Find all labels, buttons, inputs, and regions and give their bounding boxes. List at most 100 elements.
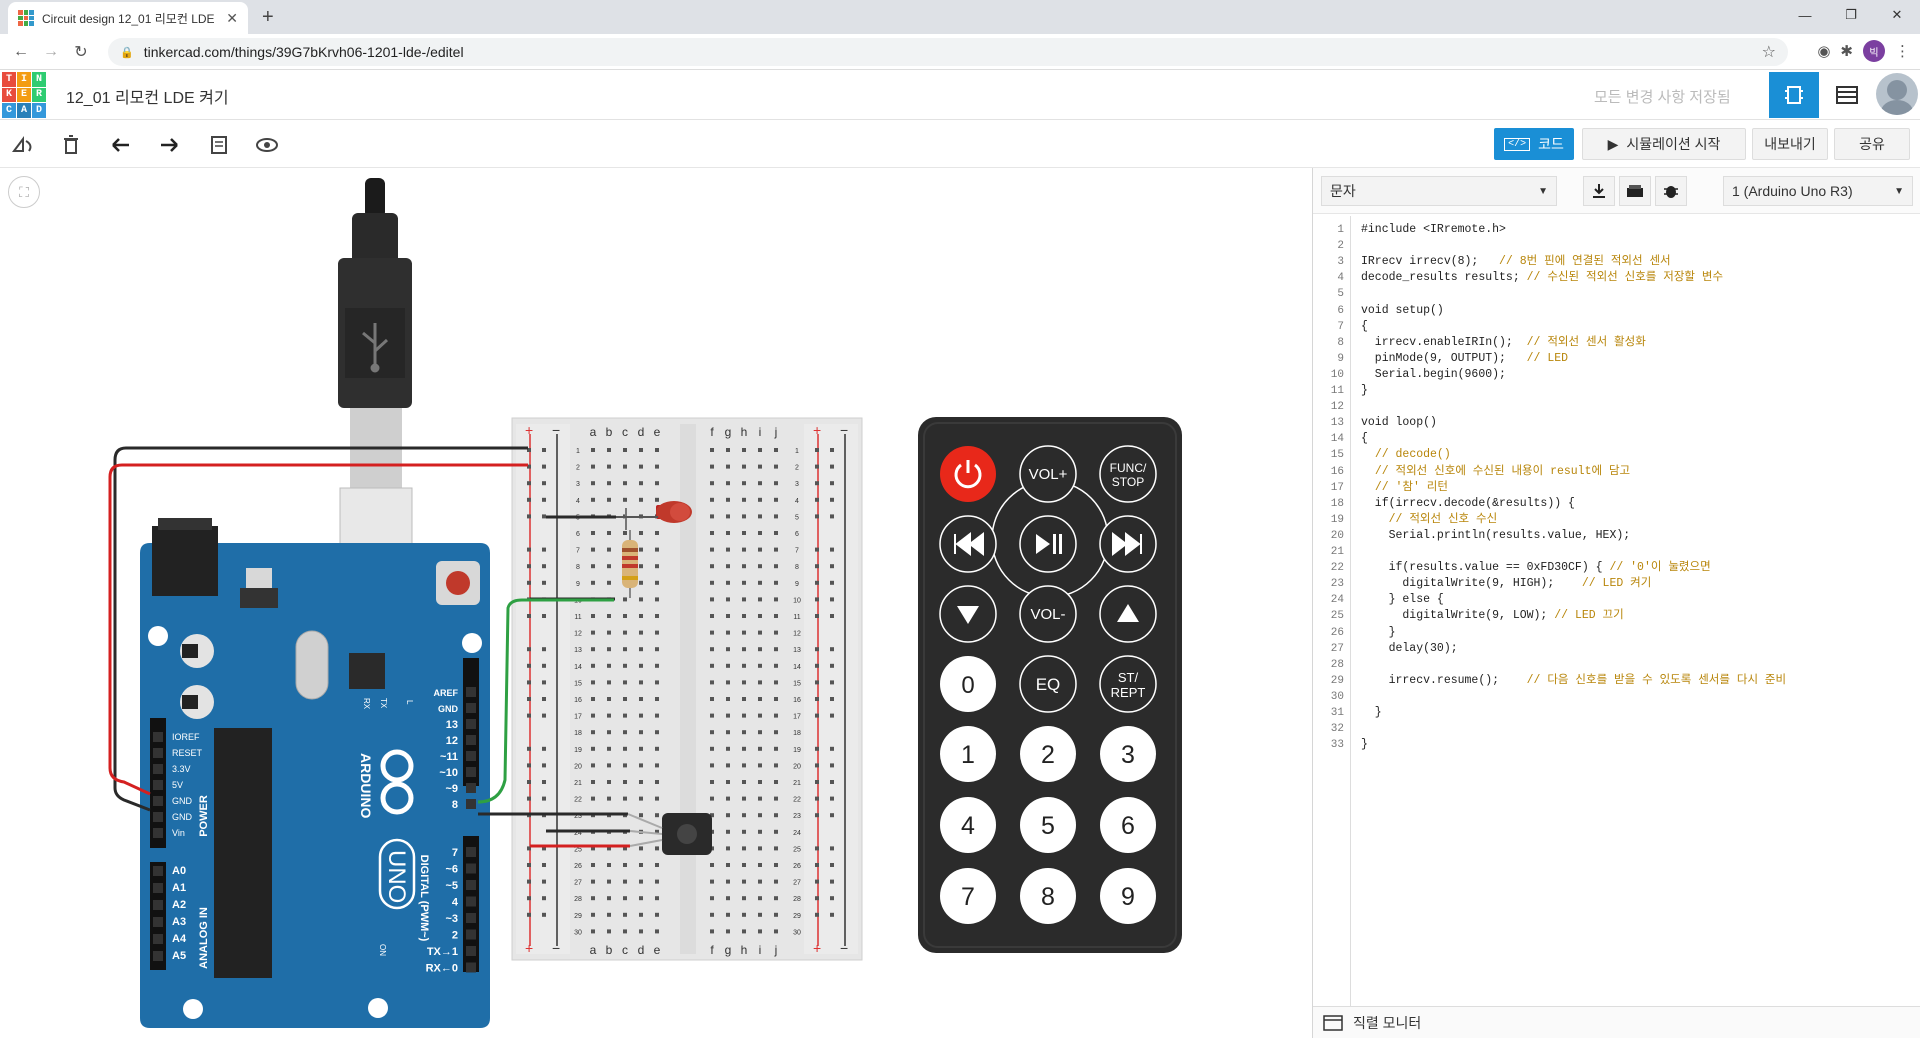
remote-st-rept-button[interactable]: ST/REPT bbox=[1099, 655, 1157, 713]
tinkercad-logo[interactable]: TIN KER CAD bbox=[2, 72, 46, 118]
circuit-view-button[interactable] bbox=[1769, 72, 1819, 118]
breadboard-row-number: 30 bbox=[574, 929, 582, 936]
code-line: pinMode(9, OUTPUT); // LED bbox=[1361, 351, 1568, 367]
bb-minus-bottom-right: − bbox=[840, 940, 848, 956]
menu-dots-icon[interactable]: ⋮ bbox=[1895, 42, 1910, 60]
breadboard-row-number: 1 bbox=[795, 448, 799, 455]
rotate-icon[interactable] bbox=[10, 132, 36, 158]
notes-icon[interactable] bbox=[206, 132, 232, 158]
tinkercad-favicon-icon bbox=[18, 10, 34, 26]
remote-number-button[interactable]: 1 bbox=[940, 726, 996, 782]
visibility-eye-icon[interactable] bbox=[254, 132, 280, 158]
forward-icon[interactable]: → bbox=[36, 43, 66, 61]
circuit-canvas[interactable]: ⛶ ARDUINO UNO POWER ANALOG IN DIGITAL (P… bbox=[0, 168, 1312, 1038]
debugger-bug-icon[interactable] bbox=[1655, 176, 1687, 206]
code-mode-dropdown[interactable]: 문자 ▼ bbox=[1321, 176, 1557, 206]
digital-pin-label: 12 bbox=[446, 735, 458, 747]
remote-number-button[interactable]: 6 bbox=[1100, 797, 1156, 853]
maximize-icon[interactable]: ❐ bbox=[1828, 0, 1874, 30]
bb-plus-top-left: + bbox=[525, 422, 533, 438]
start-simulation-button[interactable]: ▶ 시뮬레이션 시작 bbox=[1582, 128, 1746, 160]
user-avatar[interactable] bbox=[1876, 73, 1918, 115]
remote-button-label: 7 bbox=[961, 883, 975, 911]
code-button[interactable]: </> 코드 bbox=[1494, 128, 1574, 160]
code-text: } else { bbox=[1361, 593, 1444, 607]
export-button[interactable]: 내보내기 bbox=[1752, 128, 1828, 160]
delete-icon[interactable] bbox=[58, 132, 84, 158]
serial-monitor-bar[interactable]: 직렬 모니터 bbox=[1313, 1006, 1920, 1038]
code-line: irrecv.resume(); // 다음 신호를 받을 수 있도록 센서를 … bbox=[1361, 673, 1787, 689]
line-number: 6 bbox=[1337, 304, 1344, 317]
digital-pin-label: ~10 bbox=[439, 767, 458, 779]
remote-number-button[interactable]: 9 bbox=[1100, 868, 1156, 924]
extension-icon[interactable]: ◉ bbox=[1817, 42, 1830, 60]
remote-down-button[interactable] bbox=[939, 585, 997, 643]
remote-button-label: 8 bbox=[1041, 883, 1055, 911]
remote-up-button[interactable] bbox=[1099, 585, 1157, 643]
remote-button-0[interactable]: 0 bbox=[940, 656, 996, 712]
code-line: delay(30); bbox=[1361, 641, 1458, 657]
remote-play-pause-button[interactable] bbox=[1019, 515, 1077, 573]
code-text: Serial.println(results.value, HEX); bbox=[1361, 528, 1631, 542]
remote-number-button[interactable]: 3 bbox=[1100, 726, 1156, 782]
breadboard-row-number: 22 bbox=[793, 797, 801, 804]
remote-number-button[interactable]: 5 bbox=[1020, 797, 1076, 853]
download-icon[interactable] bbox=[1583, 176, 1615, 206]
back-icon[interactable]: ← bbox=[6, 43, 36, 61]
minimize-icon[interactable]: — bbox=[1782, 0, 1828, 30]
breadboard-row-number: 3 bbox=[795, 481, 799, 488]
profile-avatar[interactable]: 빅 bbox=[1863, 40, 1885, 62]
window-controls: — ❐ ✕ bbox=[1782, 0, 1920, 30]
browser-tab[interactable]: Circuit design 12_01 리모컨 LDE ✕ bbox=[8, 2, 248, 34]
code-text: IRrecv irrecv(8); bbox=[1361, 255, 1500, 269]
list-icon bbox=[1836, 86, 1858, 104]
breadboard-row-number: 14 bbox=[574, 664, 582, 671]
logo-letter: K bbox=[2, 87, 16, 103]
line-number: 12 bbox=[1330, 401, 1344, 414]
redo-icon[interactable] bbox=[156, 132, 182, 158]
remote-number-button[interactable]: 7 bbox=[940, 868, 996, 924]
share-button[interactable]: 공유 bbox=[1834, 128, 1910, 160]
remote-number-button[interactable]: 2 bbox=[1020, 726, 1076, 782]
bb-plus-bottom-right: + bbox=[813, 940, 821, 956]
remote-number-button[interactable]: 8 bbox=[1020, 868, 1076, 924]
remote-number-button[interactable]: 4 bbox=[940, 797, 996, 853]
library-icon[interactable] bbox=[1619, 176, 1651, 206]
breadboard-row-number: 21 bbox=[793, 780, 801, 787]
breadboard[interactable]: + − + − + − + − 1 12 23 34 45 56 67 78 89 910 1011… bbox=[511, 417, 863, 961]
project-title[interactable]: 12_01 리모컨 LDE 켜기 bbox=[66, 84, 229, 108]
bookmark-star-icon[interactable]: ☆ bbox=[1762, 42, 1776, 62]
remote-power-button[interactable] bbox=[940, 446, 996, 502]
remote-vol-down-button[interactable]: VOL- bbox=[1019, 585, 1077, 643]
breadboard-row-number: 2 bbox=[795, 465, 799, 472]
reload-icon[interactable]: ↻ bbox=[66, 42, 96, 62]
remote-fast-forward-button[interactable] bbox=[1099, 515, 1157, 573]
close-window-icon[interactable]: ✕ bbox=[1874, 0, 1920, 30]
component-list-button[interactable] bbox=[1822, 72, 1872, 118]
remote-func-stop-button[interactable]: FUNC/STOP bbox=[1099, 445, 1157, 503]
code-editor[interactable]: 1 2 3 4 5 6 7 8 9 10 11 12 13 14 15 16 17 18 19 20 21 22 23 24 2… bbox=[1313, 216, 1920, 1006]
code-line: // '참' 리턴 bbox=[1361, 480, 1448, 496]
breadboard-row-number: 30 bbox=[793, 929, 801, 936]
analog-pin-label: A1 bbox=[172, 882, 186, 894]
remote-rewind-button[interactable] bbox=[939, 515, 997, 573]
arduino-uno-board[interactable]: ARDUINO UNO POWER ANALOG IN DIGITAL (PWM… bbox=[140, 518, 490, 1028]
undo-icon[interactable] bbox=[108, 132, 134, 158]
close-tab-icon[interactable]: ✕ bbox=[226, 10, 238, 27]
address-bar-row: ← → ↻ 🔒 tinkercad.com/things/39G7bKrvh06… bbox=[0, 34, 1920, 70]
code-icon: </> bbox=[1504, 137, 1531, 151]
remote-vol-up-button[interactable]: VOL+ bbox=[1019, 445, 1077, 503]
device-dropdown[interactable]: 1 (Arduino Uno R3) ▼ bbox=[1723, 176, 1913, 206]
breadboard-row-number: 15 bbox=[574, 680, 582, 687]
ir-remote-control[interactable]: VOL+ FUNC/STOP VOL- 0 EQ ST/REPT 1 2 3 4 5 6 7 8 9 bbox=[918, 417, 1182, 953]
puzzle-icon[interactable]: ✱ bbox=[1840, 42, 1853, 60]
on-led-label: ON bbox=[378, 944, 387, 956]
remote-button-label: 0 bbox=[961, 672, 974, 699]
new-tab-icon[interactable]: + bbox=[262, 6, 274, 29]
code-comment: // '0'이 눌렸으면 bbox=[1609, 561, 1711, 575]
remote-eq-button[interactable]: EQ bbox=[1019, 655, 1077, 713]
url-bar[interactable]: 🔒 tinkercad.com/things/39G7bKrvh06-1201-… bbox=[108, 38, 1788, 66]
line-number: 1 bbox=[1337, 224, 1344, 236]
code-comment: // 적외선 신호에 수신된 내용이 result에 담고 bbox=[1374, 464, 1631, 478]
